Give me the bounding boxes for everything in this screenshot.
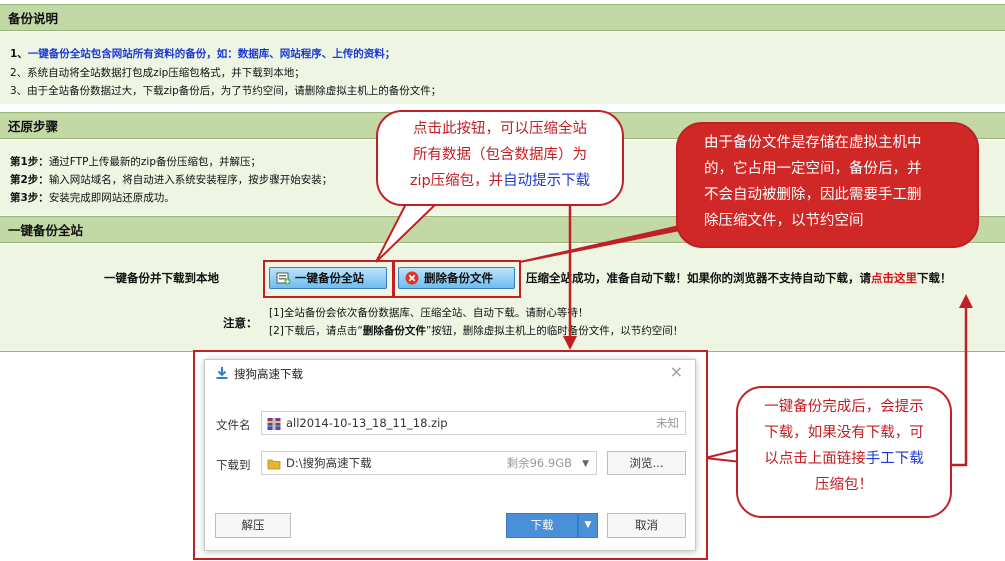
callout-backup-button: 点击此按钮，可以压缩全站 所有数据（包含数据库）为 zip压缩包，并自动提示下载 bbox=[376, 110, 624, 206]
free-space: 剩余96.9GB bbox=[506, 456, 572, 470]
filename-label: 文件名 bbox=[216, 418, 251, 432]
callout-2-line-3: 不会自动被删除，因此需要手工删 bbox=[704, 187, 922, 203]
download-button[interactable]: 下载 bbox=[506, 513, 578, 538]
callout-2-line-2: 的，它占用一定空间，备份后，并 bbox=[704, 161, 922, 177]
callout-1-line-3a: zip压缩包，并 bbox=[409, 173, 504, 189]
chevron-down-icon[interactable]: ▼ bbox=[582, 453, 589, 475]
callout-3-line-2: 下载，如果没有下载，可 bbox=[764, 425, 924, 441]
download-dialog: 搜狗高速下载 × 文件名 all2014-10-13_18_11_18.zip … bbox=[204, 359, 696, 551]
saveto-value: D:\搜狗高速下载 bbox=[286, 456, 372, 470]
callout-1-line-3: zip压缩包，并自动提示下载 bbox=[378, 168, 622, 194]
callout-1-line-1: 点击此按钮，可以压缩全站 bbox=[413, 121, 587, 137]
download-arrow-icon bbox=[215, 366, 229, 383]
callout-3-line-4: 压缩包！ bbox=[815, 477, 873, 493]
dialog-title: 搜狗高速下载 bbox=[234, 367, 303, 381]
zip-file-icon bbox=[267, 416, 281, 438]
callout-manual-download: 一键备份完成后，会提示 下载，如果没有下载，可 以点击上面链接手工下载 压缩包！ bbox=[736, 386, 952, 518]
saveto-label: 下载到 bbox=[216, 458, 251, 472]
callout-3-line-1: 一键备份完成后，会提示 bbox=[764, 399, 924, 415]
cancel-button[interactable]: 取消 bbox=[607, 513, 686, 538]
filename-value: all2014-10-13_18_11_18.zip bbox=[286, 416, 448, 430]
callout-3-line-3a: 以点击上面链接 bbox=[764, 451, 866, 467]
download-options-chevron-icon[interactable]: ▼ bbox=[578, 513, 598, 538]
browse-button[interactable]: 浏览... bbox=[607, 451, 686, 475]
callout-2-line-4: 除压缩文件，以节约空间 bbox=[704, 213, 864, 229]
file-size: 未知 bbox=[656, 416, 679, 430]
folder-icon bbox=[267, 456, 281, 478]
callout-2-line-1: 由于备份文件是存储在虚拟主机中 bbox=[704, 135, 922, 151]
callout-1-line-2: 所有数据（包含数据库）为 bbox=[413, 147, 587, 163]
extract-button[interactable]: 解压 bbox=[215, 513, 291, 538]
callout-delete-button: 由于备份文件是存储在虚拟主机中 的，它占用一定空间，备份后，并 不会自动被删除，… bbox=[676, 122, 979, 248]
saveto-field[interactable]: D:\搜狗高速下载 剩余96.9GB ▼ bbox=[261, 451, 597, 475]
callout-1-line-3b: 自动提示下载 bbox=[503, 173, 591, 189]
callout-3-line-3b: 手工下载 bbox=[865, 451, 924, 467]
callout-3-line-3: 以点击上面链接手工下载 bbox=[738, 446, 950, 472]
close-icon[interactable]: × bbox=[670, 362, 683, 381]
filename-field[interactable]: all2014-10-13_18_11_18.zip 未知 bbox=[261, 411, 686, 435]
